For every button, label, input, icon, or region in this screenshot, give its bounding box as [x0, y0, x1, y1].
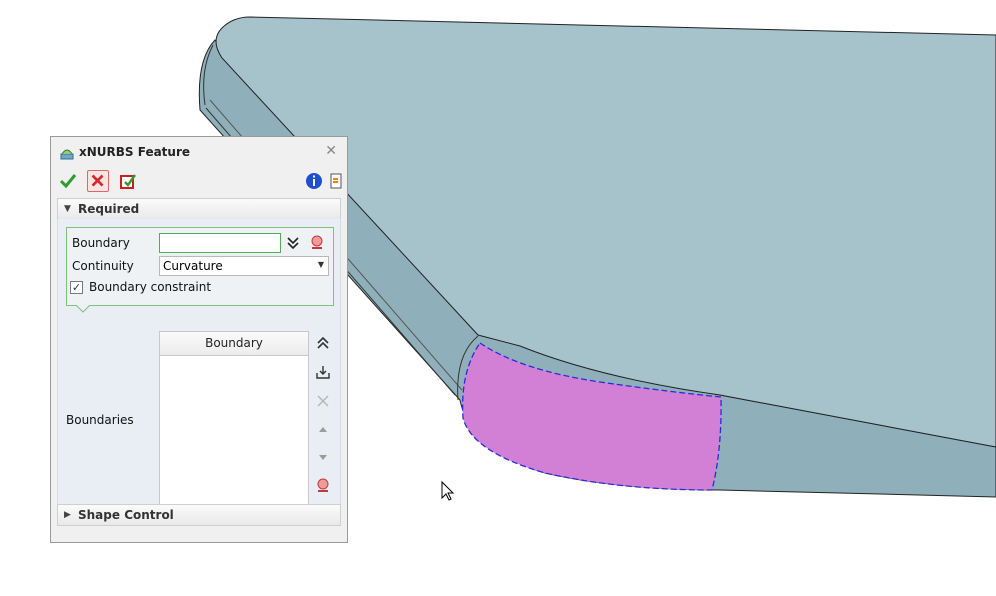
required-section-label: Required — [78, 202, 140, 216]
group-notch — [76, 305, 90, 313]
collapse-triangle-icon: ▼ — [64, 204, 71, 214]
add-to-list-icon[interactable] — [314, 363, 332, 381]
dropdown-caret-icon: ▼ — [317, 260, 324, 269]
continuity-value: Curvature — [163, 259, 223, 273]
boundary-constraint-checkbox[interactable]: ✓ — [70, 281, 83, 294]
boundary-label: Boundary — [72, 236, 130, 250]
shape-control-section-label: Shape Control — [78, 508, 174, 522]
required-section-body: Boundary Continuity Curvature ▼ ✓ Bounda… — [57, 219, 341, 511]
boundaries-column-header: Boundary — [160, 332, 308, 356]
continuity-select[interactable]: Curvature ▼ — [159, 256, 329, 276]
boundaries-list[interactable]: Boundary — [159, 331, 309, 511]
move-up-icon[interactable] — [314, 421, 332, 439]
boundary-constraint-label: Boundary constraint — [89, 280, 212, 294]
clear-list-icon[interactable] — [314, 476, 332, 494]
mouse-cursor-icon — [441, 480, 455, 501]
xnurbs-feature-icon — [60, 149, 74, 160]
boundary-input[interactable] — [159, 233, 281, 253]
required-section-header[interactable]: ▼ Required — [57, 198, 341, 220]
info-icon[interactable] — [303, 170, 325, 192]
panel-titlebar: xNURBS Feature ✕ — [51, 137, 347, 167]
check-icon[interactable] — [57, 170, 79, 192]
boundaries-label: Boundaries — [66, 413, 134, 427]
boundary-group: Boundary Continuity Curvature ▼ ✓ Bounda… — [66, 227, 334, 306]
reset-selection-icon[interactable] — [309, 234, 325, 251]
shape-control-section-header[interactable]: ▶ Shape Control — [57, 504, 341, 526]
move-to-top-icon[interactable] — [314, 334, 332, 352]
xnurbs-feature-panel: xNURBS Feature ✕ ▼ Required Boundary Con… — [50, 136, 348, 543]
preview-icon[interactable] — [117, 170, 139, 192]
x-icon[interactable] — [87, 170, 109, 192]
move-down-icon[interactable] — [314, 448, 332, 466]
double-chevron-down-icon[interactable] — [286, 235, 300, 251]
help-icon[interactable] — [327, 170, 343, 192]
panel-toolbar — [51, 167, 347, 193]
expand-triangle-icon: ▶ — [64, 510, 71, 520]
continuity-label: Continuity — [72, 259, 134, 273]
panel-title: xNURBS Feature — [79, 145, 191, 159]
remove-item-icon[interactable] — [314, 392, 332, 410]
close-icon[interactable]: ✕ — [325, 144, 337, 158]
